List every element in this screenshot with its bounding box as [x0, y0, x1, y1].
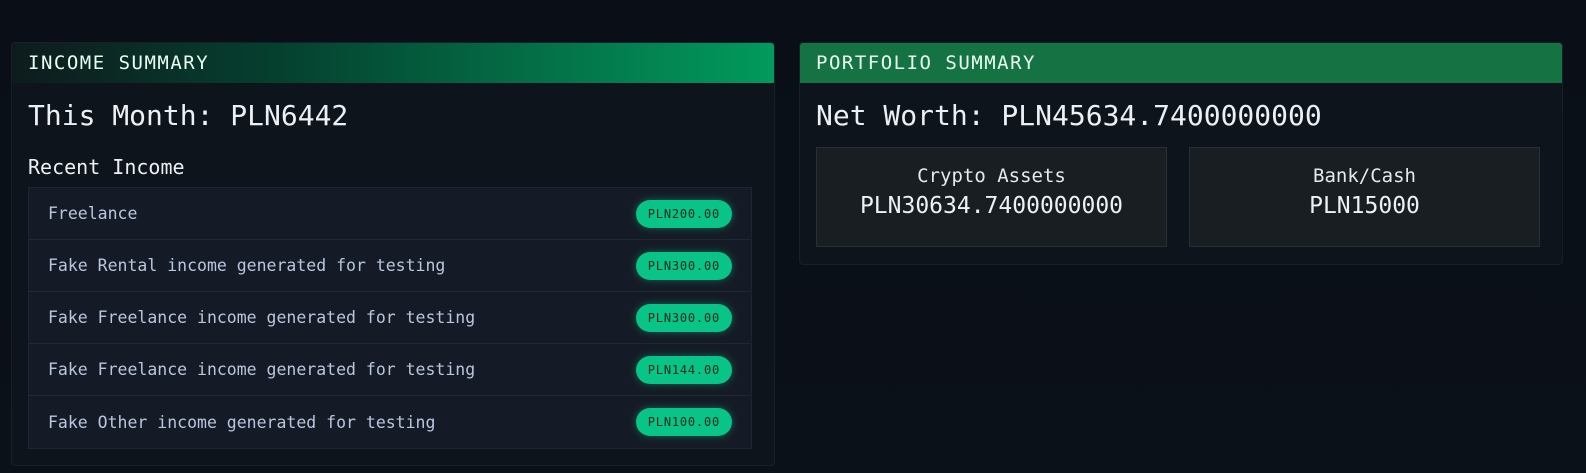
- amount-badge: PLN144.00: [635, 355, 732, 384]
- crypto-assets-label: Crypto Assets: [917, 165, 1066, 187]
- bank-cash-box: Bank/Cash PLN15000: [1189, 147, 1540, 247]
- amount-badge: PLN300.00: [635, 251, 732, 280]
- list-item[interactable]: Fake Other income generated for testing …: [29, 396, 751, 448]
- recent-income-heading: Recent Income: [28, 155, 185, 179]
- income-label: Fake Rental income generated for testing: [48, 256, 446, 275]
- list-item[interactable]: Fake Rental income generated for testing…: [29, 240, 751, 292]
- amount-badge: PLN300.00: [635, 303, 732, 332]
- bank-cash-label: Bank/Cash: [1313, 165, 1416, 187]
- this-month-total: This Month: PLN6442: [28, 99, 349, 132]
- portfolio-summary-card: PORTFOLIO SUMMARY Net Worth: PLN45634.74…: [799, 42, 1563, 265]
- income-summary-header: INCOME SUMMARY: [12, 43, 774, 83]
- income-label: Fake Freelance income generated for test…: [48, 360, 476, 379]
- amount-badge: PLN200.00: [635, 199, 732, 228]
- income-label: Fake Other income generated for testing: [48, 412, 436, 432]
- bank-cash-value: PLN15000: [1309, 193, 1420, 219]
- portfolio-summary-header: PORTFOLIO SUMMARY: [800, 43, 1562, 83]
- list-item[interactable]: Fake Freelance income generated for test…: [29, 344, 751, 396]
- net-worth-total: Net Worth: PLN45634.7400000000: [816, 99, 1322, 132]
- list-item[interactable]: Freelance PLN200.00: [29, 188, 751, 240]
- list-item[interactable]: Fake Freelance income generated for test…: [29, 292, 751, 344]
- income-label: Fake Freelance income generated for test…: [48, 308, 476, 327]
- amount-badge: PLN100.00: [635, 408, 732, 436]
- recent-income-list: Freelance PLN200.00 Fake Rental income g…: [28, 187, 752, 449]
- crypto-assets-box: Crypto Assets PLN30634.7400000000: [816, 147, 1167, 247]
- crypto-assets-value: PLN30634.7400000000: [859, 193, 1124, 219]
- income-label: Freelance: [48, 204, 138, 223]
- income-summary-card: INCOME SUMMARY This Month: PLN6442 Recen…: [11, 42, 775, 466]
